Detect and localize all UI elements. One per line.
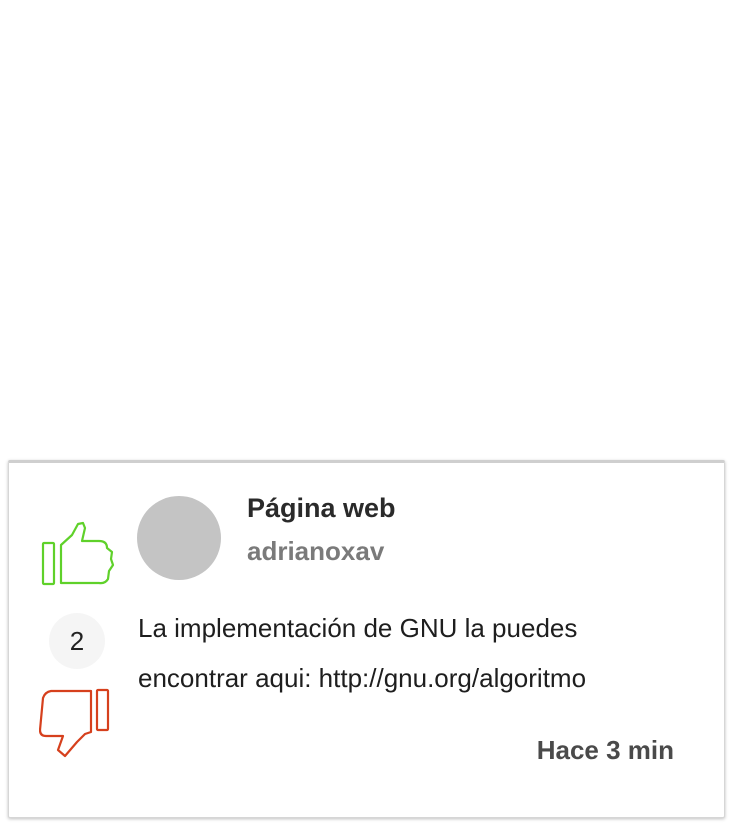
downvote-button[interactable] <box>38 688 113 758</box>
avatar[interactable] <box>137 496 221 580</box>
comment-timestamp: Hace 3 min <box>536 735 674 765</box>
thumbs-down-icon <box>38 688 110 758</box>
comment-body: La implementación de GNU la puedes encon… <box>138 603 698 703</box>
comment-card: 2 Página web adrianoxav La implementació… <box>8 460 725 818</box>
comment-body-line: encontrar aqui: http://gnu.org/algoritmo <box>138 663 587 693</box>
comment-author[interactable]: adrianoxav <box>247 536 384 567</box>
thumbs-up-icon <box>41 521 115 586</box>
comment-body-line: La implementación de GNU la puedes <box>138 613 578 643</box>
comment-title: Página web <box>247 493 396 523</box>
vote-score: 2 <box>49 613 105 669</box>
upvote-button[interactable] <box>41 521 115 587</box>
